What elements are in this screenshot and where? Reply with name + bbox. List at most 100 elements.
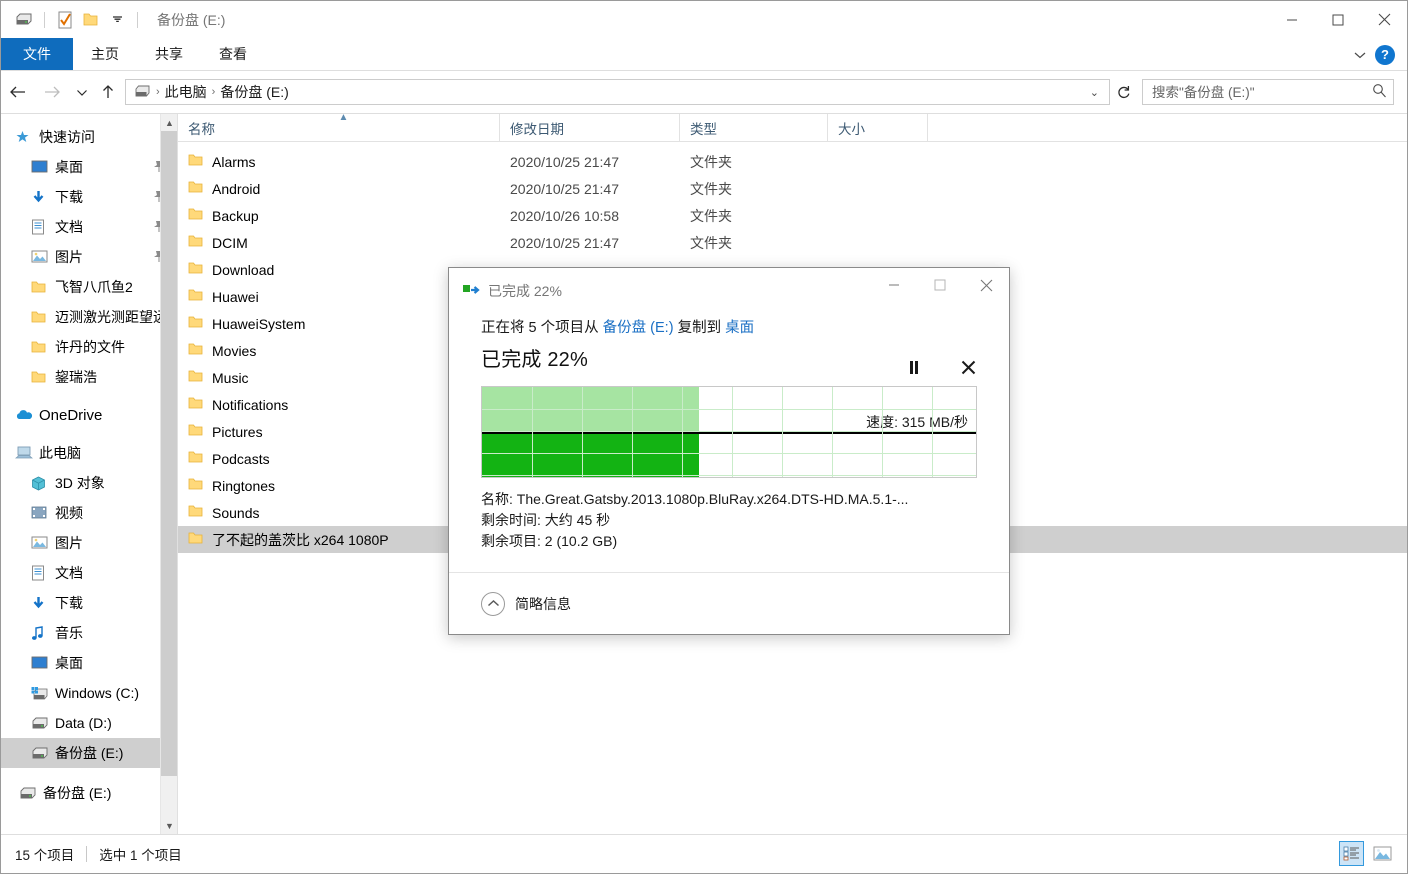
grid-line-horizontal bbox=[482, 475, 976, 476]
sidebar-item-onedrive[interactable]: OneDrive bbox=[1, 400, 177, 430]
3d-objects-icon bbox=[31, 476, 53, 491]
sidebar-item-backup-e-selected[interactable]: 备份盘 (E:) bbox=[1, 738, 177, 768]
file-name-line: 名称: The.Great.Gatsby.2013.1080p.BluRay.x… bbox=[481, 491, 909, 507]
tab-view[interactable]: 查看 bbox=[201, 38, 265, 70]
sidebar-item-documents[interactable]: 文档 bbox=[1, 212, 177, 242]
sidebar-item-downloads-pc[interactable]: 下载 bbox=[1, 588, 177, 618]
new-folder-icon[interactable] bbox=[78, 8, 104, 32]
chevron-down-icon[interactable] bbox=[104, 8, 130, 32]
dialog-footer[interactable]: 简略信息 bbox=[449, 572, 1009, 634]
refresh-button[interactable] bbox=[1110, 71, 1136, 113]
destination-link[interactable]: 桌面 bbox=[725, 320, 754, 336]
chevron-up-circle-icon[interactable] bbox=[481, 591, 505, 616]
sidebar-item-this-pc[interactable]: 此电脑 bbox=[1, 438, 177, 468]
file-name: HuaweiSystem bbox=[212, 315, 306, 332]
column-header-type[interactable]: 类型 bbox=[680, 114, 828, 141]
tab-share[interactable]: 共享 bbox=[137, 38, 201, 70]
sidebar-item-pictures[interactable]: 图片 bbox=[1, 242, 177, 272]
table-row[interactable]: Android 2020/10/25 21:47 文件夹 bbox=[178, 175, 1407, 202]
table-row[interactable]: Alarms 2020/10/25 21:47 文件夹 bbox=[178, 148, 1407, 175]
sidebar-item-downloads[interactable]: 下载 bbox=[1, 182, 177, 212]
sidebar-scrollbar[interactable]: ▲ ▼ bbox=[160, 114, 177, 834]
cancel-icon[interactable] bbox=[957, 356, 979, 378]
address-dropdown-icon[interactable]: ⌄ bbox=[1084, 86, 1105, 99]
search-icon[interactable] bbox=[1372, 83, 1387, 101]
sidebar-item-desktop-pc[interactable]: 桌面 bbox=[1, 648, 177, 678]
sidebar-item-folder-1[interactable]: 飞智八爪鱼2 bbox=[1, 272, 177, 302]
file-name: Android bbox=[212, 180, 261, 197]
cell-name: Backup bbox=[178, 207, 500, 224]
item-count-label: 15 个项目 bbox=[15, 848, 75, 863]
grid-line-vertical bbox=[732, 387, 733, 477]
file-name: Download bbox=[212, 261, 275, 278]
sidebar-item-folder-3[interactable]: 许丹的文件 bbox=[1, 332, 177, 362]
folder-icon bbox=[188, 180, 203, 197]
column-header-date[interactable]: 修改日期 bbox=[500, 114, 680, 141]
help-button[interactable]: ? bbox=[1375, 44, 1395, 65]
sidebar-item-pictures-pc[interactable]: 图片 bbox=[1, 528, 177, 558]
table-row[interactable]: DCIM 2020/10/25 21:47 文件夹 bbox=[178, 229, 1407, 256]
sidebar-item-documents-pc[interactable]: 文档 bbox=[1, 558, 177, 588]
cell-type: 文件夹 bbox=[690, 180, 732, 197]
properties-checkmark-icon[interactable] bbox=[52, 8, 78, 32]
dialog-close-button[interactable] bbox=[963, 268, 1009, 302]
sidebar-item-windows-c[interactable]: Windows (C:) bbox=[1, 678, 177, 708]
sidebar-item-quick-access[interactable]: 快速访问 bbox=[1, 122, 177, 152]
drive-icon bbox=[31, 747, 53, 760]
chevron-up-icon[interactable]: ▲ bbox=[161, 114, 177, 131]
sidebar-item-videos[interactable]: 视频 bbox=[1, 498, 177, 528]
dialog-minimize-button[interactable] bbox=[871, 268, 917, 302]
tab-home[interactable]: 主页 bbox=[73, 38, 137, 70]
sidebar-item-folder-4[interactable]: 鋆瑞浩 bbox=[1, 362, 177, 392]
column-headers: ▲ 名称 修改日期 类型 大小 bbox=[178, 114, 1407, 142]
file-name: Sounds bbox=[212, 504, 260, 521]
folder-icon bbox=[188, 342, 203, 359]
breadcrumb-drive[interactable]: 备份盘 (E:) bbox=[220, 82, 288, 102]
column-label: 大小 bbox=[838, 121, 865, 137]
search-box[interactable] bbox=[1142, 79, 1394, 105]
details-view-icon[interactable] bbox=[1339, 841, 1364, 866]
table-row[interactable]: Backup 2020/10/26 10:58 文件夹 bbox=[178, 202, 1407, 229]
file-name: Alarms bbox=[212, 153, 256, 170]
breadcrumb-this-pc[interactable]: 此电脑 bbox=[165, 82, 207, 102]
pause-icon[interactable] bbox=[903, 356, 925, 378]
minimize-button[interactable] bbox=[1269, 1, 1315, 38]
column-header-size[interactable]: 大小 bbox=[828, 114, 928, 141]
address-path-box[interactable]: › 此电脑 › 备份盘 (E:) ⌄ bbox=[125, 79, 1110, 105]
folder-icon bbox=[31, 280, 53, 294]
large-icons-view-icon[interactable] bbox=[1370, 841, 1395, 866]
dialog-action-buttons bbox=[903, 356, 979, 378]
back-button[interactable] bbox=[1, 71, 35, 113]
maximize-button[interactable] bbox=[1315, 1, 1361, 38]
onedrive-cloud-icon bbox=[15, 409, 37, 421]
status-bar: 15 个项目 选中 1 个项目 bbox=[1, 834, 1407, 873]
forward-button[interactable] bbox=[35, 71, 69, 113]
tab-file[interactable]: 文件 bbox=[1, 38, 73, 70]
file-name: Pictures bbox=[212, 423, 263, 440]
sidebar-item-backup-e-root[interactable]: 备份盘 (E:) bbox=[1, 778, 177, 808]
sidebar-label: 桌面 bbox=[55, 655, 83, 671]
folder-icon bbox=[188, 315, 203, 332]
pictures-icon bbox=[31, 536, 53, 550]
scrollbar-thumb[interactable] bbox=[161, 131, 177, 776]
search-input[interactable] bbox=[1152, 84, 1372, 100]
recent-locations-button[interactable] bbox=[69, 71, 95, 113]
ribbon-collapse-icon[interactable] bbox=[1353, 47, 1367, 63]
folder-icon bbox=[188, 369, 203, 386]
sidebar-item-folder-2[interactable]: 迈测激光测距望远 bbox=[1, 302, 177, 332]
source-link[interactable]: 备份盘 (E:) bbox=[603, 320, 674, 336]
sidebar-item-desktop[interactable]: 桌面 bbox=[1, 152, 177, 182]
dialog-maximize-button[interactable] bbox=[917, 268, 963, 302]
grid-line-vertical bbox=[582, 387, 583, 477]
column-header-name[interactable]: ▲ 名称 bbox=[178, 114, 500, 141]
folder-icon bbox=[31, 340, 53, 354]
sidebar-label: 视频 bbox=[55, 505, 83, 521]
address-drive-icon bbox=[134, 84, 151, 100]
sidebar-item-3d-objects[interactable]: 3D 对象 bbox=[1, 468, 177, 498]
close-button[interactable] bbox=[1361, 1, 1407, 38]
sidebar-item-music[interactable]: 音乐 bbox=[1, 618, 177, 648]
up-button[interactable] bbox=[95, 71, 121, 113]
chevron-down-icon[interactable]: ▼ bbox=[161, 817, 177, 834]
sidebar-item-data-d[interactable]: Data (D:) bbox=[1, 708, 177, 738]
pictures-icon bbox=[31, 250, 53, 264]
